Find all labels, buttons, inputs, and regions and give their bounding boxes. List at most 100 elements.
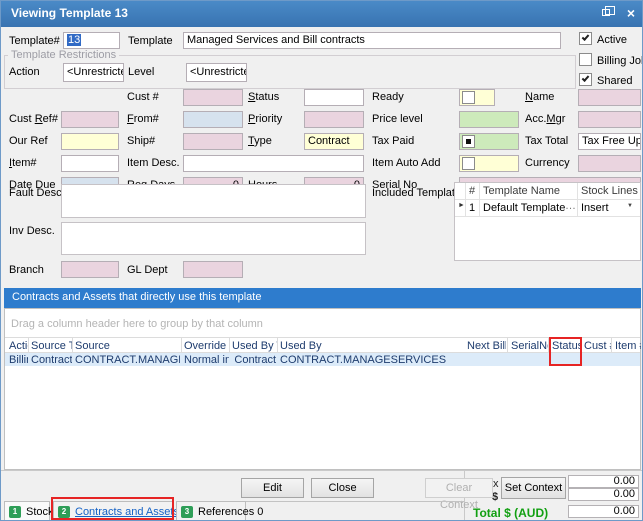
tax-paid-checkbox[interactable] <box>462 135 475 148</box>
col-item-no[interactable]: Item # <box>615 340 641 352</box>
level-combo[interactable]: <Unrestricted> <box>186 63 247 82</box>
tax-paid-label: Tax Paid <box>372 135 415 147</box>
item-desc-label: Item Desc. <box>127 157 180 169</box>
cell-override-type[interactable]: Normal inherita <box>184 354 229 366</box>
branch-field[interactable] <box>61 261 119 278</box>
hidden-label-fragment-top: x <box>493 478 499 490</box>
cust-ref-field[interactable] <box>61 111 119 128</box>
price-level-field[interactable] <box>459 111 519 128</box>
fault-desc-label: Fault Desc. <box>9 187 65 199</box>
cell-used-by[interactable]: CONTRACT.MANAGESERVICES <box>280 354 506 366</box>
template-no-field[interactable]: 13 <box>63 32 120 49</box>
total-label: Total $ (AUD) <box>473 506 549 520</box>
cell-used-by-type[interactable]: Contract <box>232 354 276 366</box>
title-bar: Viewing Template 13 × <box>1 1 642 27</box>
close-button[interactable]: Close <box>311 478 374 498</box>
branch-label: Branch <box>9 264 44 276</box>
col-source[interactable]: Source <box>75 340 181 352</box>
shared-checkbox[interactable] <box>579 73 592 86</box>
stock-tab-icon: 1 <box>9 506 21 518</box>
included-row-num[interactable]: 1 <box>467 201 479 215</box>
active-label: Active <box>597 34 627 46</box>
included-row-stock-lines[interactable]: Insert <box>579 201 625 215</box>
close-window-button[interactable]: × <box>621 5 641 22</box>
price-level-label: Price level <box>372 113 423 125</box>
col-used-by[interactable]: Used By <box>280 340 380 352</box>
our-ref-field[interactable] <box>61 133 119 150</box>
total-value-box: 0.00 <box>568 505 639 518</box>
included-col-name[interactable]: Template Name <box>481 184 581 198</box>
col-used-by-type[interactable]: Used By Type <box>232 340 277 352</box>
contracts-grid <box>4 308 641 470</box>
chevron-down-icon[interactable]: ▼ <box>625 202 639 210</box>
included-row-name[interactable]: Default Template <box>481 201 565 215</box>
inv-desc-textarea[interactable] <box>61 222 366 255</box>
ready-checkbox[interactable] <box>462 91 475 104</box>
tax-paid-field[interactable] <box>459 133 519 150</box>
ellipsis-button[interactable]: … <box>563 199 577 213</box>
item-auto-add-field[interactable] <box>459 155 519 172</box>
tab-stock-label: Stock <box>26 506 54 518</box>
tab-stock[interactable]: 1 Stock <box>4 501 54 520</box>
action-label: Action <box>9 66 40 78</box>
included-col-num[interactable]: # <box>467 184 479 198</box>
cell-action[interactable]: Billing <box>9 354 28 366</box>
viewing-template-dialog: Viewing Template 13 × Template# 13 Templ… <box>0 0 643 521</box>
tax-value-box: 0.00 <box>568 488 639 501</box>
ship-no-field[interactable] <box>183 133 243 150</box>
priority-label: Priority <box>248 113 283 125</box>
group-by-hint[interactable]: Drag a column header here to group by th… <box>11 318 263 330</box>
fault-desc-textarea[interactable] <box>61 184 366 218</box>
template-name-field[interactable]: Managed Services and Bill contracts <box>183 32 561 49</box>
inv-desc-label: Inv Desc. <box>9 225 55 237</box>
col-action[interactable]: Action <box>9 340 29 352</box>
window-title: Viewing Template 13 <box>11 6 128 20</box>
currency-label: Currency <box>525 157 570 169</box>
col-serialno[interactable]: SerialNo <box>511 340 549 352</box>
action-combo[interactable]: <Unrestricted> <box>63 63 124 82</box>
check-icon <box>581 33 590 41</box>
cust-no-label: Cust # <box>127 91 159 103</box>
template-label: Template <box>128 35 173 47</box>
billing-job-label: Billing Job <box>597 55 643 67</box>
set-context-button[interactable]: Set Context <box>501 477 566 499</box>
col-source-type[interactable]: Source Type <box>31 340 73 352</box>
col-status[interactable]: Status <box>552 340 580 352</box>
tax-total-field[interactable]: Tax Free Up <box>578 133 641 150</box>
type-field[interactable]: Contract <box>304 133 364 150</box>
billing-job-checkbox[interactable] <box>579 53 592 66</box>
item-no-field[interactable] <box>61 155 119 172</box>
name-field[interactable] <box>578 89 641 106</box>
edit-button[interactable]: Edit <box>241 478 304 498</box>
included-templates-label: Included Templates <box>372 187 467 199</box>
cust-ref-label: Cust Ref# <box>9 113 58 125</box>
tab-references-label: References 0 <box>198 506 264 518</box>
template-no-label: Template# <box>9 35 60 47</box>
cell-source[interactable]: CONTRACT.MANAGESERVICES <box>75 354 180 366</box>
template-restrictions-label: Template Restrictions <box>8 49 120 61</box>
cell-source-type[interactable]: Contract <box>31 354 72 366</box>
priority-field[interactable] <box>304 111 364 128</box>
item-auto-add-checkbox[interactable] <box>462 157 475 170</box>
tab-references[interactable]: 3 References 0 <box>176 501 263 520</box>
included-col-stock[interactable]: Stock Lines <box>579 184 639 198</box>
level-label: Level <box>128 66 155 78</box>
status-field[interactable] <box>304 89 364 106</box>
acc-mgr-field[interactable] <box>578 111 641 128</box>
references-tab-icon: 3 <box>181 506 193 518</box>
gl-dept-field[interactable] <box>183 261 243 278</box>
restore-button[interactable] <box>597 5 617 22</box>
cust-no-field[interactable] <box>183 89 243 106</box>
col-cust-no[interactable]: Cust # <box>584 340 611 352</box>
item-desc-field[interactable] <box>183 155 364 172</box>
close-icon: × <box>626 5 636 21</box>
col-override-type[interactable]: Override Type <box>184 340 229 352</box>
status-label: Status <box>248 91 280 103</box>
col-next-bill[interactable]: Next Bill <box>467 340 506 352</box>
currency-field[interactable] <box>578 155 641 172</box>
tab-contracts-and-assets[interactable]: 2 Contracts and Assets 1 <box>53 501 188 520</box>
ready-field[interactable] <box>459 89 495 106</box>
active-checkbox[interactable] <box>579 32 592 45</box>
from-no-field[interactable] <box>183 111 243 128</box>
clear-context-button[interactable]: Clear Context <box>425 478 493 511</box>
